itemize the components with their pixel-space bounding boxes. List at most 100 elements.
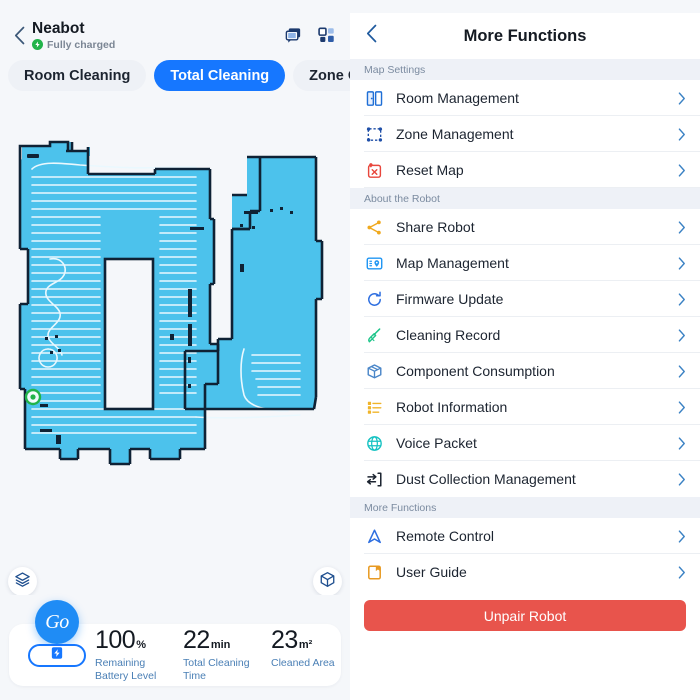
robot-home-panel: Neabot Fully charged Room Cleaning Total…: [0, 0, 350, 700]
chevron-right-icon: [678, 472, 686, 486]
section-header-map-settings: Map Settings: [350, 59, 700, 80]
tab-total-cleaning[interactable]: Total Cleaning: [154, 60, 286, 91]
go-button-label: Go: [45, 610, 69, 633]
dust-collection-icon: [364, 469, 385, 490]
more-functions-header: More Functions: [350, 13, 700, 59]
map-3d-button[interactable]: [313, 567, 342, 596]
floor-map-svg: [18, 140, 324, 466]
unpair-section: Unpair Robot: [350, 590, 700, 631]
zone-management-icon: [364, 124, 385, 145]
menu-label: Dust Collection Management: [396, 471, 576, 487]
chevron-left-icon: [14, 26, 25, 45]
robot-name: Neabot: [32, 20, 85, 38]
header-icon-group: [284, 26, 340, 45]
robot-meta: Neabot Fully charged: [32, 20, 284, 51]
bottom-dock: 100 % Remaining Battery Level 22 min Tot…: [0, 595, 350, 700]
stats-group: 100 % Remaining Battery Level 22 min Tot…: [95, 628, 335, 682]
menu-item-reset-map[interactable]: Reset Map: [350, 152, 700, 188]
menu-item-robot-information[interactable]: Robot Information: [350, 389, 700, 425]
map-inner-void: [105, 259, 153, 409]
more-functions-back-button[interactable]: [359, 22, 383, 50]
menu-label: Component Consumption: [396, 363, 555, 379]
charging-dock-marker: [24, 388, 42, 406]
chevron-right-icon: [678, 436, 686, 450]
robot-info-list-icon: [364, 397, 385, 418]
stat-area: 23 m² Cleaned Area: [271, 626, 335, 670]
charging-bolt-icon: [32, 39, 43, 51]
battery-charging-button[interactable]: [28, 644, 86, 667]
menu-item-remote-control[interactable]: Remote Control: [350, 518, 700, 554]
chevron-right-icon: [678, 529, 686, 543]
status-bar: [0, 0, 350, 13]
menu-label: Reset Map: [396, 162, 464, 178]
menu-label: Voice Packet: [396, 435, 477, 451]
chevron-right-icon: [678, 400, 686, 414]
stat-time-unit: min: [210, 639, 231, 652]
section-header-more-functions: More Functions: [350, 497, 700, 518]
user-guide-book-icon: [364, 562, 385, 583]
menu-label: Share Robot: [396, 219, 475, 235]
stat-area-label: Cleaned Area: [271, 657, 335, 670]
menu-item-map-management[interactable]: Map Management: [350, 245, 700, 281]
menu-label: Zone Management: [396, 126, 514, 142]
stat-battery: 100 % Remaining Battery Level: [95, 628, 169, 682]
stat-battery-unit: %: [136, 639, 146, 652]
menu-item-voice-packet[interactable]: Voice Packet: [350, 425, 700, 461]
stat-area-value: 23: [271, 626, 298, 655]
chevron-right-icon: [678, 328, 686, 342]
menu-item-cleaning-record[interactable]: Cleaning Record: [350, 317, 700, 353]
chevron-right-icon: [678, 163, 686, 177]
menu-item-zone-management[interactable]: Zone Management: [350, 116, 700, 152]
menu-item-room-management[interactable]: Room Management: [350, 80, 700, 116]
share-icon: [364, 217, 385, 238]
menu-item-firmware-update[interactable]: Firmware Update: [350, 281, 700, 317]
map-layers-button[interactable]: [8, 567, 37, 596]
more-functions-panel: More Functions Map Settings Room Managem…: [350, 0, 700, 700]
go-button[interactable]: Go: [35, 600, 79, 644]
map-layers-icon: [14, 571, 31, 593]
menu-label: Room Management: [396, 90, 519, 106]
cleaning-mode-tabs: Room Cleaning Total Cleaning Zone Cleani…: [0, 58, 350, 99]
stat-time-label: Total Cleaning Time: [183, 657, 250, 682]
chevron-left-icon: [366, 24, 377, 48]
menu-item-component-consumption[interactable]: Component Consumption: [350, 353, 700, 389]
chevron-right-icon: [678, 220, 686, 234]
remote-control-arrow-icon: [364, 526, 385, 547]
robot-status: Fully charged: [32, 39, 284, 51]
chevron-right-icon: [678, 292, 686, 306]
menu-label: Robot Information: [396, 399, 508, 415]
section-header-about-the-robot: About the Robot: [350, 188, 700, 209]
unpair-robot-button[interactable]: Unpair Robot: [364, 600, 686, 631]
menu-item-dust-collection-management[interactable]: Dust Collection Management: [350, 461, 700, 497]
map-3d-cube-icon: [319, 571, 336, 593]
tab-room-cleaning[interactable]: Room Cleaning: [8, 60, 147, 91]
firmware-update-icon: [364, 289, 385, 310]
menu-item-user-guide[interactable]: User Guide: [350, 554, 700, 590]
dashboard-grid-icon[interactable]: [317, 26, 336, 45]
chevron-right-icon: [678, 256, 686, 270]
stat-battery-value: 100: [95, 626, 136, 655]
robot-status-text: Fully charged: [47, 38, 116, 51]
floor-map[interactable]: [0, 99, 350, 609]
menu-label: User Guide: [396, 564, 467, 580]
menu-label: Cleaning Record: [396, 327, 501, 343]
map-management-icon: [364, 253, 385, 274]
page-title: More Functions: [463, 26, 587, 45]
cleaning-record-broom-icon: [364, 325, 385, 346]
back-button[interactable]: [8, 21, 30, 51]
menu-label: Map Management: [396, 255, 509, 271]
chevron-right-icon: [678, 565, 686, 579]
chevron-right-icon: [678, 127, 686, 141]
chevron-right-icon: [678, 91, 686, 105]
chat-bubble-icon[interactable]: [284, 26, 303, 45]
component-box-icon: [364, 361, 385, 382]
menu-label: Firmware Update: [396, 291, 504, 307]
status-bar-right-panel: [350, 0, 700, 13]
reset-map-icon: [364, 160, 385, 181]
battery-charging-icon: [49, 645, 65, 666]
stat-area-unit: m²: [298, 639, 313, 652]
globe-icon: [364, 433, 385, 454]
stat-time-value: 22: [183, 626, 210, 655]
tab-zone-cleaning[interactable]: Zone Cleaning: [293, 60, 350, 91]
menu-item-share-robot[interactable]: Share Robot: [350, 209, 700, 245]
